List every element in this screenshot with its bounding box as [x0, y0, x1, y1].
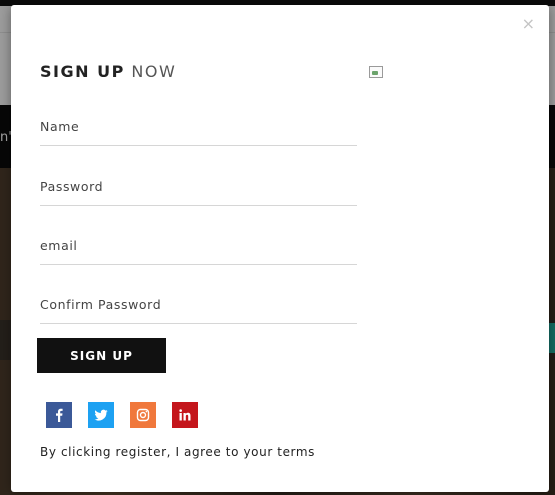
confirm-password-input[interactable]: [40, 291, 357, 324]
instagram-button[interactable]: [130, 402, 156, 428]
twitter-button[interactable]: [88, 402, 114, 428]
linkedin-icon: [179, 409, 191, 421]
modal-title: SIGN UP NOW: [40, 62, 176, 81]
facebook-button[interactable]: [46, 402, 72, 428]
facebook-icon: [56, 408, 63, 422]
password-input[interactable]: [40, 173, 357, 206]
name-input[interactable]: [40, 113, 357, 146]
broken-image-icon: [369, 66, 383, 78]
signup-modal: × SIGN UP NOW SIGN UP By clicking regist…: [11, 5, 549, 492]
close-icon[interactable]: ×: [522, 16, 535, 32]
title-bold: SIGN UP: [40, 62, 125, 81]
linkedin-button[interactable]: [172, 402, 198, 428]
terms-text: By clicking register, I agree to your te…: [40, 445, 316, 459]
signup-button[interactable]: SIGN UP: [37, 338, 166, 373]
email-input[interactable]: [40, 232, 357, 265]
twitter-icon: [94, 409, 108, 421]
instagram-icon: [136, 408, 150, 422]
title-light: NOW: [131, 62, 177, 81]
